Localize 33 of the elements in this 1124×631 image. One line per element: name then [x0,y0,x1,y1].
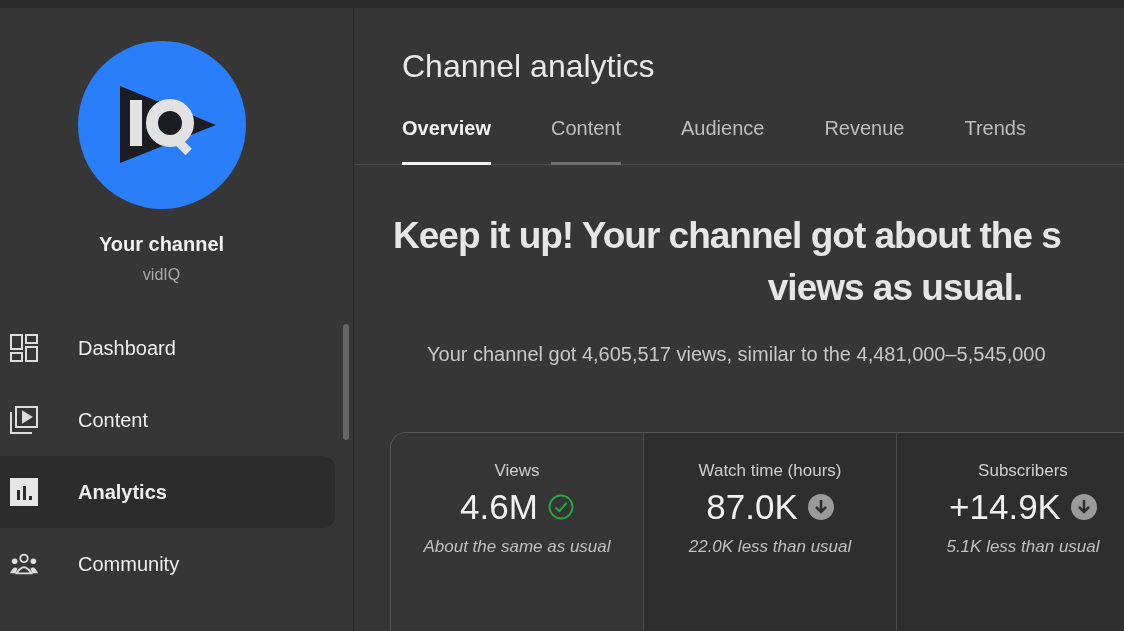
metric-card[interactable]: Views 4.6M About the same as usual [391,433,644,631]
metric-value: 4.6M [460,487,538,527]
tab[interactable]: Audience [681,117,765,165]
metric-label: Views [494,461,540,481]
dashboard-icon [10,334,38,362]
metric-card[interactable]: Watch time (hours) 87.0K 22.0K less than usual [644,433,897,631]
page-title: Channel analytics [402,48,656,85]
headline: Keep it up! Your channel got about the s [393,215,1062,257]
summary-text: Your channel got 4,605,517 views, similar to the 4,481,000–5,545,000 [427,343,1047,366]
people-icon [10,553,38,575]
tab[interactable]: Content [550,117,621,165]
channel-avatar[interactable] [77,41,246,209]
metric-label: Watch time (hours) [698,461,842,481]
metric-value: +14.9K [949,487,1061,527]
channel-title: Your channel [98,233,225,256]
metric-note: 22.0K less than usual [688,537,852,557]
metric-value: 87.0K [706,487,798,527]
metric-note: About the same as usual [423,537,611,557]
nav-item[interactable]: Content [0,384,335,456]
metric-label: Subscribers [978,461,1068,481]
channel-name: vidIQ [142,266,181,284]
metric-card[interactable]: Subscribers +14.9K 5.1K less than usual [897,433,1124,631]
nav-item[interactable]: Analytics [0,456,335,528]
tab[interactable]: Revenue [824,117,905,165]
nav-item[interactable]: Community [0,528,335,600]
metric-note: 5.1K less than usual [946,537,1100,557]
video-library-icon [10,406,38,434]
tab[interactable]: Overview [402,117,491,165]
tab[interactable]: Trends [964,117,1026,165]
check-circle-icon [547,494,574,520]
headline: views as usual. [766,267,1024,309]
analytics-icon [10,478,38,506]
nav-item[interactable]: Dashboard [0,312,335,384]
